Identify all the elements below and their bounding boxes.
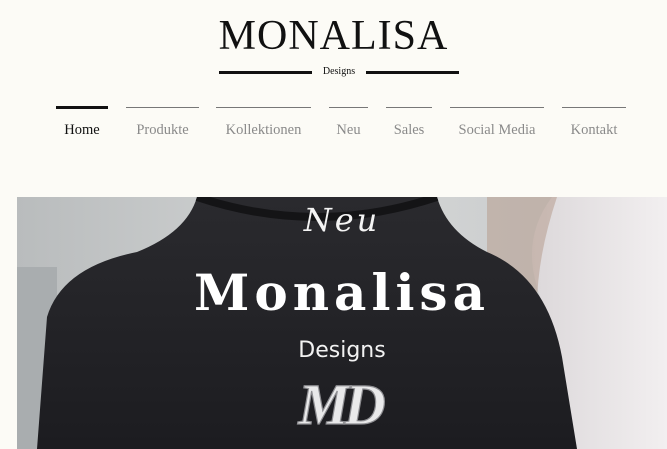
nav-indicator <box>386 107 432 108</box>
hero-title: Monalisa <box>194 263 490 322</box>
nav-label: Kollektionen <box>225 122 302 138</box>
hero-subtitle: Designs <box>298 338 386 363</box>
nav-item-sales[interactable]: Sales <box>386 105 432 145</box>
monogram-text: MD <box>297 372 385 436</box>
nav-item-home[interactable]: Home <box>56 105 108 145</box>
nav-label: Kontakt <box>570 122 618 138</box>
nav-indicator <box>216 107 311 108</box>
nav-indicator <box>562 107 626 108</box>
nav-label: Neu <box>336 122 361 138</box>
nav-item-kontakt[interactable]: Kontakt <box>562 105 626 145</box>
nav-indicator <box>126 107 199 108</box>
nav-item-kollektionen[interactable]: Kollektionen <box>216 105 311 145</box>
nav-label: Produkte <box>136 122 189 138</box>
nav-indicator <box>450 107 544 108</box>
main-nav: Home Produkte Kollektionen Neu Sales Soc… <box>0 0 667 150</box>
nav-indicator <box>329 107 368 108</box>
hero-tag: Neu <box>303 201 381 239</box>
nav-label: Home <box>64 122 100 138</box>
nav-item-social-media[interactable]: Social Media <box>450 105 544 145</box>
nav-item-produkte[interactable]: Produkte <box>126 105 199 145</box>
nav-indicator <box>56 106 108 109</box>
nav-label: Social Media <box>458 122 536 138</box>
hero-banner: Neu Monalisa Designs MD <box>17 197 667 449</box>
monogram-logo: MD <box>297 371 389 436</box>
nav-item-neu[interactable]: Neu <box>329 105 368 145</box>
nav-label: Sales <box>393 122 425 138</box>
